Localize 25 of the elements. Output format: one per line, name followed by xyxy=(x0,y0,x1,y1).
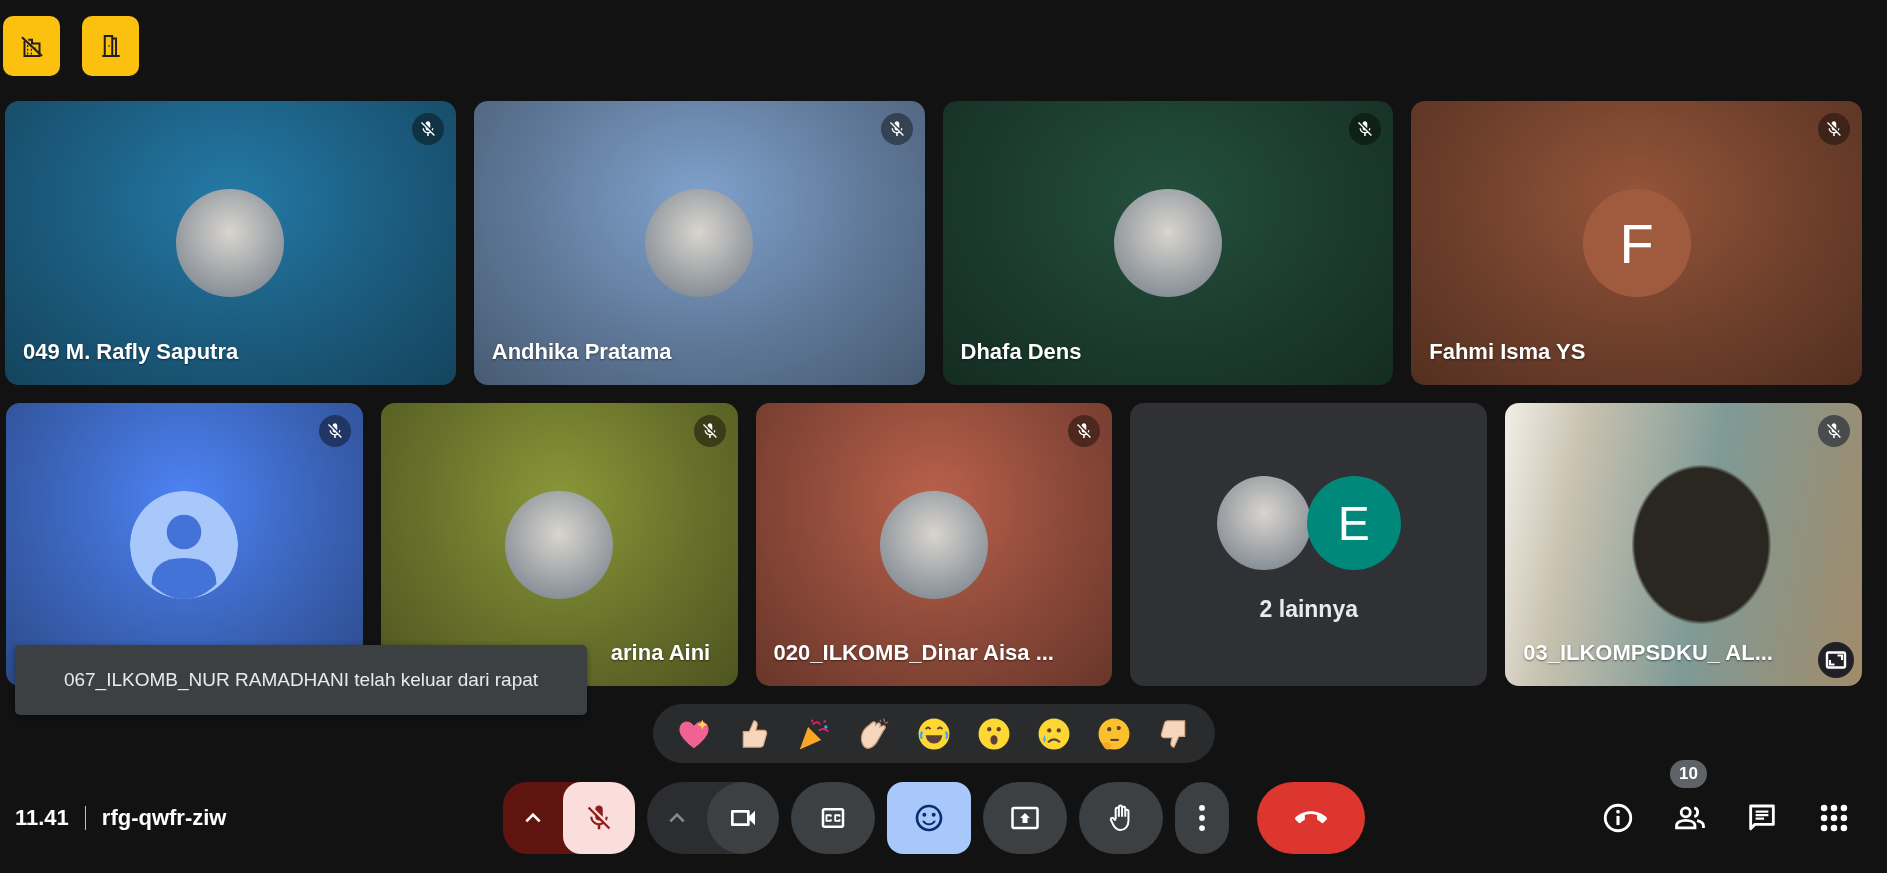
door-button[interactable] xyxy=(82,16,139,76)
participant-name: 03_ILKOMPSDKU_ AL... xyxy=(1523,640,1773,666)
picture-in-picture-icon[interactable] xyxy=(1818,642,1854,678)
default-avatar-icon xyxy=(130,490,239,599)
caret-icon xyxy=(524,813,541,823)
avatar-letter: E xyxy=(1306,476,1401,570)
participant-name: Andhika Pratama xyxy=(491,339,672,365)
more-vertical-icon xyxy=(1198,805,1205,831)
participant-name: arina Aini xyxy=(610,640,711,666)
participant-name: Fahmi Isma YS xyxy=(1429,339,1586,365)
notification-toast: 067_ILKOMB_NUR RAMADHANI telah keluar dari rapat xyxy=(15,645,587,715)
info-icon xyxy=(1601,801,1635,835)
participant-count-badge: 10 xyxy=(1670,760,1707,788)
participant-name: Dhafa Dens xyxy=(960,339,1082,365)
more-options-button[interactable] xyxy=(1174,782,1229,854)
meeting-code: rfg-qwfr-ziw xyxy=(101,805,227,831)
microphone-button[interactable] xyxy=(562,782,635,854)
more-participants-label[interactable]: 2 lainnya xyxy=(1259,596,1358,623)
participant-name: 049 M. Rafly Saputra xyxy=(23,339,239,365)
reactions-button[interactable] xyxy=(886,782,971,854)
participant-name: 020_ILKOMB_Dinar Aisa ... xyxy=(773,640,1054,666)
clock-time: 11.41 xyxy=(15,805,69,831)
caret-icon xyxy=(668,813,685,823)
building-off-button[interactable] xyxy=(3,16,60,76)
avatar-letter: F xyxy=(1582,189,1691,297)
